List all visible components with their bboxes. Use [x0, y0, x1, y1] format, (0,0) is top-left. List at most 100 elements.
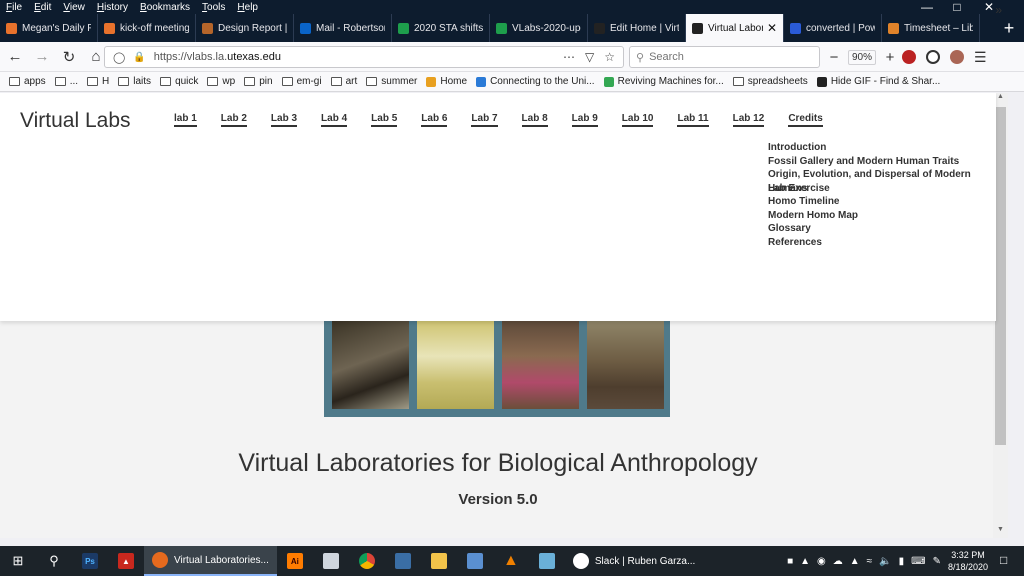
search-input[interactable] [649, 51, 810, 63]
site-nav-link[interactable]: Lab 6 [421, 113, 448, 127]
browser-tab[interactable]: converted | Pow [784, 14, 882, 42]
site-nav-link[interactable]: Lab 7 [471, 113, 498, 127]
remote-desktop-icon[interactable] [457, 546, 493, 576]
site-nav-link[interactable]: Lab 10 [621, 113, 654, 127]
browser-tab[interactable]: kick-off meeting [98, 14, 196, 42]
tray-keyboard-icon[interactable]: ⌨ [911, 556, 925, 567]
bookmark-folder[interactable]: art [330, 76, 357, 87]
site-nav-link[interactable]: Lab 5 [371, 113, 398, 127]
reload-button[interactable]: ↻ [57, 45, 81, 69]
forward-button[interactable]: → [30, 45, 54, 69]
browser-tab[interactable]: VLabs-2020-upd [490, 14, 588, 42]
firefox-taskbar-app[interactable]: Virtual Laboratories... [144, 546, 277, 576]
new-tab-button[interactable]: + [994, 14, 1024, 42]
site-title[interactable]: Virtual Labs [20, 109, 131, 133]
dropdown-item[interactable]: Homo Timeline [768, 195, 978, 209]
bookmark-star-icon[interactable]: ☆ [604, 50, 615, 64]
site-nav-link[interactable]: Lab 3 [270, 113, 298, 127]
menu-edit[interactable]: Edit [34, 2, 51, 13]
search-taskbar-icon[interactable]: ⚲ [36, 546, 72, 576]
back-button[interactable]: ← [3, 45, 27, 69]
menu-help[interactable]: Help [237, 2, 258, 13]
site-nav-link[interactable]: Lab 2 [220, 113, 247, 127]
media-app-icon[interactable] [313, 546, 349, 576]
notes-app-icon[interactable] [529, 546, 565, 576]
zoom-out-button[interactable]: − [826, 49, 842, 66]
browser-tab[interactable]: Edit Home | Virt [588, 14, 686, 42]
bookmark-folder[interactable]: wp [207, 76, 235, 87]
bookmark-folder[interactable]: spreadsheets [732, 76, 808, 87]
illustrator-icon[interactable]: Ai [277, 546, 313, 576]
dropdown-item[interactable]: Modern Homo Map [768, 209, 978, 223]
slack-taskbar-app[interactable]: Slack | Ruben Garza... [565, 546, 703, 576]
pocket-icon[interactable]: ▽ [585, 50, 594, 64]
zoom-in-button[interactable]: + [882, 49, 898, 66]
ublock-icon[interactable] [902, 50, 916, 64]
page-actions-icon[interactable]: ⋯ [563, 50, 575, 64]
bookmark-folder[interactable]: apps [9, 76, 46, 87]
scroll-down-icon[interactable]: ▼ [993, 526, 1008, 538]
dropdown-item[interactable]: Lab Exercise [768, 182, 830, 196]
menu-file[interactable]: File [6, 2, 22, 13]
bookmark-folder[interactable]: H [87, 76, 109, 87]
bookmarks-overflow-icon[interactable]: » [995, 3, 1002, 17]
bookmark-folder[interactable]: quick [160, 76, 198, 87]
url-text[interactable]: https://vlabs.la.utexas.edu [154, 51, 281, 63]
tray-volume-icon[interactable]: 🔈 [879, 556, 891, 567]
site-nav-link[interactable]: Credits [788, 113, 823, 127]
site-nav-link[interactable]: Lab 12 [732, 113, 765, 127]
tray-pen-icon[interactable]: ✎ [933, 556, 941, 567]
close-tab-icon[interactable]: ✕ [763, 21, 777, 35]
dropdown-item[interactable]: Origin, Evolution, and Dispersal of Mode… [768, 168, 978, 182]
clock[interactable]: 3:32 PM 8/18/2020 [948, 549, 988, 573]
zoom-level[interactable]: 90% [848, 49, 877, 65]
dropdown-item[interactable]: Fossil Gallery and Modern Human Traits [768, 155, 978, 169]
minimize-button[interactable]: — [912, 0, 942, 14]
tray-wifi-icon[interactable]: ≈ [867, 556, 873, 567]
maximize-button[interactable]: □ [942, 0, 972, 14]
acrobat-icon[interactable]: ▲ [108, 546, 144, 576]
url-bar[interactable]: ◯ 🔒 https://vlabs.la.utexas.edu ⋯ ▽ ☆ [104, 46, 624, 68]
browser-tab[interactable]: Megan's Daily Pl [0, 14, 98, 42]
bookmark-folder[interactable]: pin [244, 76, 273, 87]
dropdown-item[interactable]: Introduction [768, 141, 978, 155]
account-icon[interactable] [926, 50, 940, 64]
bookmark-link[interactable]: Connecting to the Uni... [476, 76, 595, 87]
extension-icon[interactable] [950, 50, 964, 64]
windows-start-icon[interactable]: ⊞ [0, 546, 36, 576]
file-explorer-icon[interactable] [421, 546, 457, 576]
menu-history[interactable]: History [97, 2, 128, 13]
browser-tab[interactable]: Mail - Robertson [294, 14, 392, 42]
photoshop-icon[interactable]: Ps [72, 546, 108, 576]
site-nav-link[interactable]: Lab 8 [521, 113, 548, 127]
tray-power-icon[interactable]: ▮ [899, 556, 905, 567]
browser-tab[interactable]: Virtual Labor ✕ [686, 14, 784, 42]
menu-view[interactable]: View [63, 2, 85, 13]
shield-icon[interactable]: ◯ [113, 51, 125, 64]
dropdown-item[interactable]: Glossary [768, 222, 978, 236]
browser-tab[interactable]: Design Report | [196, 14, 294, 42]
chrome-icon[interactable] [349, 546, 385, 576]
calculator-icon[interactable] [385, 546, 421, 576]
site-nav-link[interactable]: Lab 11 [677, 113, 709, 127]
search-bar[interactable]: ⚲ [629, 46, 820, 68]
bookmark-folder[interactable]: ... [54, 76, 78, 87]
hamburger-menu-icon[interactable]: ☰ [974, 49, 987, 66]
menu-bookmarks[interactable]: Bookmarks [140, 2, 190, 13]
dropdown-item[interactable]: References [768, 236, 978, 250]
menu-tools[interactable]: Tools [202, 2, 225, 13]
bookmark-folder[interactable]: laits [118, 76, 151, 87]
tray-drive-icon[interactable]: ▲ [850, 556, 860, 567]
browser-tab[interactable]: 2020 STA shifts & [392, 14, 490, 42]
browser-tab[interactable]: Timesheet – Libe [882, 14, 980, 42]
notification-center-icon[interactable]: □ [1000, 553, 1016, 569]
vlc-icon[interactable]: ▲ [493, 546, 529, 576]
bookmark-folder[interactable]: summer [366, 76, 417, 87]
site-nav-link[interactable]: Lab 4 [321, 113, 348, 127]
tray-puzzle-icon[interactable]: ◉ [817, 556, 826, 567]
tray-security-icon[interactable]: ▲ [800, 556, 810, 567]
tray-app-icon[interactable]: ■ [787, 556, 793, 567]
bookmark-link[interactable]: Home [426, 76, 467, 87]
site-nav-link[interactable]: lab 1 [174, 113, 197, 127]
lock-icon[interactable]: 🔒 [133, 52, 145, 63]
